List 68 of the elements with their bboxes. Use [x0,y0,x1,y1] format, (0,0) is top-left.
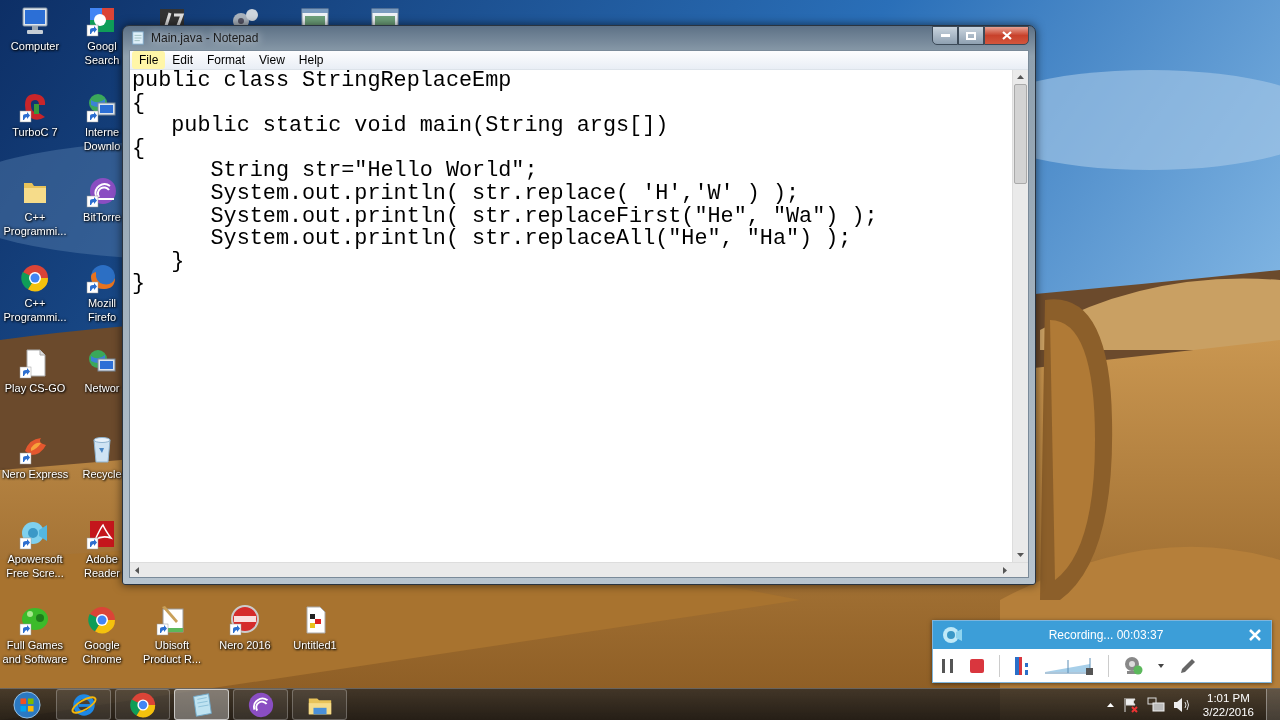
notepad-button[interactable] [174,689,229,720]
start-orb-icon [13,690,41,719]
code-line: { [132,137,147,161]
icon-label[interactable]: Full Games and Software [2,637,68,666]
maximize-icon [966,31,976,40]
close-icon [1001,31,1012,40]
window-title: Main.java - Notepad [151,30,259,47]
menu-item[interactable]: Edit [165,51,201,69]
minimize-icon [940,34,950,37]
pencil-icon[interactable] [1179,656,1197,675]
icon-label[interactable]: Untitled1 [293,637,337,652]
icon-label[interactable]: BitTorre [83,210,121,224]
window-icon [369,5,401,25]
menu-item[interactable]: Help [291,51,331,69]
window-icon [299,5,331,25]
disc-icon [229,603,261,636]
recording-status: Recording... 00:03:37 [1047,627,1165,644]
notepad-icon [131,31,145,45]
icon-label[interactable]: C++ Programmi... [3,295,67,324]
icon-label[interactable]: Ubisoft Product R... [142,637,202,666]
icon-label[interactable]: Computer [10,39,60,53]
flag-icon[interactable] [1122,696,1139,713]
close-button[interactable] [984,26,1029,45]
audio-bars-icon[interactable] [1014,655,1030,676]
menu-item[interactable]: Format [200,51,253,69]
volume-meter-icon[interactable] [1044,655,1094,676]
icon-label[interactable]: Googl Search [84,39,120,67]
webcam-icon[interactable] [1123,655,1143,676]
icon-label[interactable]: TurboC 7 [12,124,58,139]
signal-arc-icon [86,176,118,208]
icon-label[interactable]: Nero 2016 [219,637,271,652]
close-icon[interactable] [1249,629,1261,641]
scrollbar-thumb[interactable] [1014,84,1027,184]
stop-icon[interactable] [969,657,985,674]
code-line: { [132,92,146,116]
minimize-button[interactable] [932,26,958,45]
maximize-button[interactable] [958,26,984,45]
pause-icon[interactable] [941,657,955,674]
menu-item[interactable]: File [132,51,166,69]
torrent-button[interactable] [233,689,288,720]
icon-label[interactable]: Google Chrome [82,637,122,666]
caret-icon[interactable] [1157,662,1165,669]
show-desktop-button[interactable] [1266,689,1280,720]
icon-label[interactable]: Mozill Firefo [87,295,117,324]
icon-label[interactable]: Play CS-GO [4,381,66,395]
icon-label[interactable]: Interne Downlo [83,124,121,153]
code-line: System.out.println( str.replaceAll("He", "Ha") ); [209,228,853,251]
code-line: public class StringReplaceEmp [132,70,513,93]
tray-arrow-icon[interactable] [1105,701,1115,708]
menu-item[interactable]: View [252,51,292,69]
code-line: } [132,273,147,296]
code-line: public static void main(String args[]) [170,115,670,138]
explorer-button[interactable] [292,689,347,720]
code-line: String str="Hello World"; [209,160,538,183]
computer-icon [19,5,51,37]
code-line: System.out.println( str.replace( 'H','W' ) ); [209,182,801,206]
icon-label[interactable]: Adobe Reader [83,552,121,580]
video-camera-icon [941,624,963,646]
icon-label[interactable]: Networ [84,381,120,395]
code-line: System.out.println( str.replaceFirst("He", "Wa") ); [209,205,879,229]
icon-label[interactable]: Apowersoft Free Scre... [6,552,64,580]
icon-label[interactable]: C++ Programmi... [3,210,67,238]
browser-button[interactable] [115,689,170,720]
clock[interactable]: 1:01 PM 3/22/2016 [1198,690,1258,719]
network-icon[interactable] [1146,696,1165,713]
code-line: } [170,250,186,274]
browser-button[interactable] [56,689,111,720]
volume-icon[interactable] [1172,696,1191,713]
